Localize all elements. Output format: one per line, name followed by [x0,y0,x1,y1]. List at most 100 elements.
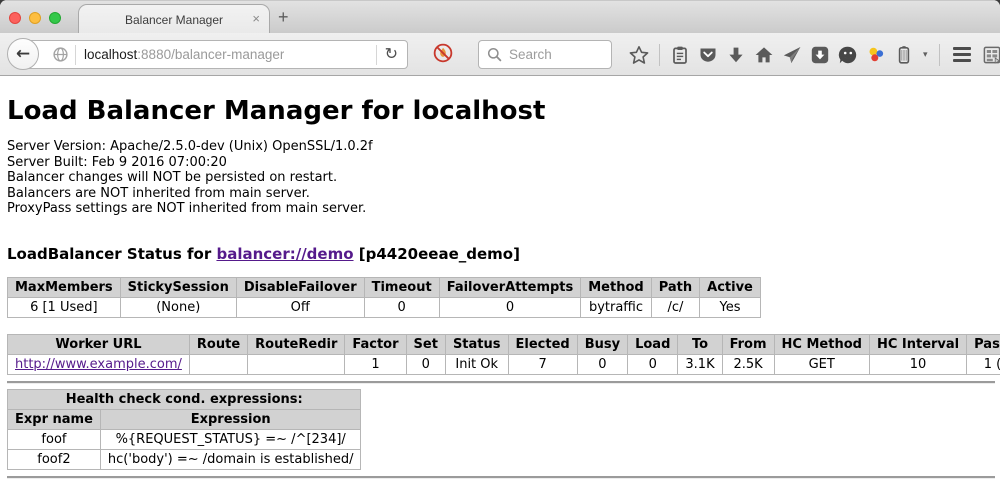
reload-area: ↻ [376,41,407,68]
cell-expression-foof2: hc('body') =~ /domain is established/ [100,449,361,469]
worker-data-row: http://www.example.com/ 1 0 Init Ok 7 0 … [8,354,1000,374]
cell-elected: 7 [508,354,577,374]
arrow-box-icon[interactable] [810,45,830,65]
col-method: Method [581,277,651,297]
col-worker-url: Worker URL [8,334,190,354]
colored-dots-icon[interactable] [866,45,886,65]
col-to: To [678,334,722,354]
tab-balancer-manager[interactable]: Balancer Manager × [78,4,270,34]
cell-to: 3.1K [678,354,722,374]
page-title: Load Balancer Manager for localhost [7,96,1000,126]
page-content: Load Balancer Manager for localhost Serv… [0,76,1000,490]
tab-bar: Balancer Manager × + [0,0,1000,33]
search-icon [487,47,502,62]
col-load: Load [628,334,678,354]
cell-expr-name-foof2: foof2 [8,449,101,469]
minimize-window-button[interactable] [29,12,41,24]
cell-stickysession: (None) [120,297,236,317]
health-row-foof2: foof2 hc('body') =~ /domain is establish… [8,449,361,469]
status-heading-suffix: [p4420eeae_demo] [354,245,520,263]
new-tab-button[interactable]: + [278,7,289,28]
send-plane-icon[interactable] [782,45,802,65]
col-factor: Factor [345,334,406,354]
col-passes: Passes [967,334,1000,354]
pocket-icon[interactable] [698,45,718,65]
globe-icon [53,47,68,62]
tab-close-icon[interactable]: × [252,12,260,26]
bookmark-star-icon[interactable] [629,45,649,65]
cell-factor: 1 [345,354,406,374]
url-path: :8880/balancer-manager [137,47,284,62]
server-version-line: Server Version: Apache/2.5.0-dev (Unix) … [7,139,1000,155]
smiley-icon[interactable] [838,45,858,65]
col-disablefailover: DisableFailover [236,277,364,297]
back-button[interactable]: ← [7,38,39,70]
col-hc-interval: HC Interval [869,334,966,354]
cell-route [189,354,247,374]
menu-button[interactable] [950,47,974,62]
tab-title: Balancer Manager [125,13,223,27]
overflow-caret-icon[interactable]: ▾ [923,50,928,60]
cell-active: Yes [700,297,761,317]
col-routeredir: RouteRedir [248,334,345,354]
col-from: From [722,334,774,354]
col-set: Set [406,334,445,354]
section-divider [7,381,995,384]
close-window-button[interactable] [9,12,21,24]
cell-routeredir [248,354,345,374]
search-input[interactable] [509,47,605,62]
flashblock-icon[interactable] [433,43,453,63]
proxypass-note-line: ProxyPass settings are NOT inherited fro… [7,201,1000,217]
search-bar[interactable] [478,40,612,69]
reload-icon[interactable]: ↻ [377,44,407,65]
cell-worker-url: http://www.example.com/ [8,354,190,374]
worker-header-row: Worker URL Route RouteRedir Factor Set S… [8,334,1000,354]
balancer-demo-link[interactable]: balancer://demo [216,245,353,263]
balancers-note-line: Balancers are NOT inherited from main se… [7,186,1000,202]
extension-grid-icon[interactable] [982,45,1000,65]
url-text[interactable]: localhost:8880/balancer-manager [84,47,284,62]
urlbar-divider [75,45,76,65]
cell-status: Init Ok [445,354,508,374]
health-table-title: Health check cond. expressions: [8,389,361,409]
cell-hc-interval: 10 [869,354,966,374]
cell-maxmembers: 6 [1 Used] [8,297,121,317]
cell-set: 0 [406,354,445,374]
col-failoverattempts: FailoverAttempts [439,277,581,297]
cell-expr-name-foof: foof [8,429,101,449]
balancer-data-row: 6 [1 Used] (None) Off 0 0 bytraffic /c/ … [8,297,761,317]
cell-failoverattempts: 0 [439,297,581,317]
col-timeout: Timeout [364,277,439,297]
col-path: Path [651,277,699,297]
col-expr-name: Expr name [8,409,101,429]
balancer-status-heading: LoadBalancer Status for balancer://demo … [7,245,1000,263]
download-icon[interactable] [726,45,746,65]
browser-window: Balancer Manager × + ← localhost:8880/ba… [0,0,1000,491]
navigation-toolbar: ← localhost:8880/balancer-manager ↻ [0,33,1000,76]
col-expression: Expression [100,409,361,429]
server-info: Server Version: Apache/2.5.0-dev (Unix) … [7,139,1000,217]
zoom-window-button[interactable] [49,12,61,24]
status-heading-prefix: LoadBalancer Status for [7,245,216,263]
col-busy: Busy [577,334,627,354]
health-row-foof: foof %{REQUEST_STATUS} =~ /^[234]/ [8,429,361,449]
health-header-row: Expr name Expression [8,409,361,429]
cell-busy: 0 [577,354,627,374]
server-built-line: Server Built: Feb 9 2016 07:00:20 [7,155,1000,171]
clipboard-icon[interactable] [670,45,690,65]
health-title-row: Health check cond. expressions: [8,389,361,409]
col-status: Status [445,334,508,354]
worker-table: Worker URL Route RouteRedir Factor Set S… [7,334,1000,375]
cell-path: /c/ [651,297,699,317]
worker-url-link[interactable]: http://www.example.com/ [15,357,182,372]
url-bar[interactable]: localhost:8880/balancer-manager ↻ [25,40,408,69]
home-icon[interactable] [754,45,774,65]
health-check-table: Health check cond. expressions: Expr nam… [7,389,361,470]
toolbar-divider [659,44,660,66]
cell-method: bytraffic [581,297,651,317]
col-active: Active [700,277,761,297]
cell-timeout: 0 [364,297,439,317]
cell-from: 2.5K [722,354,774,374]
col-elected: Elected [508,334,577,354]
battery-icon[interactable] [894,45,914,65]
